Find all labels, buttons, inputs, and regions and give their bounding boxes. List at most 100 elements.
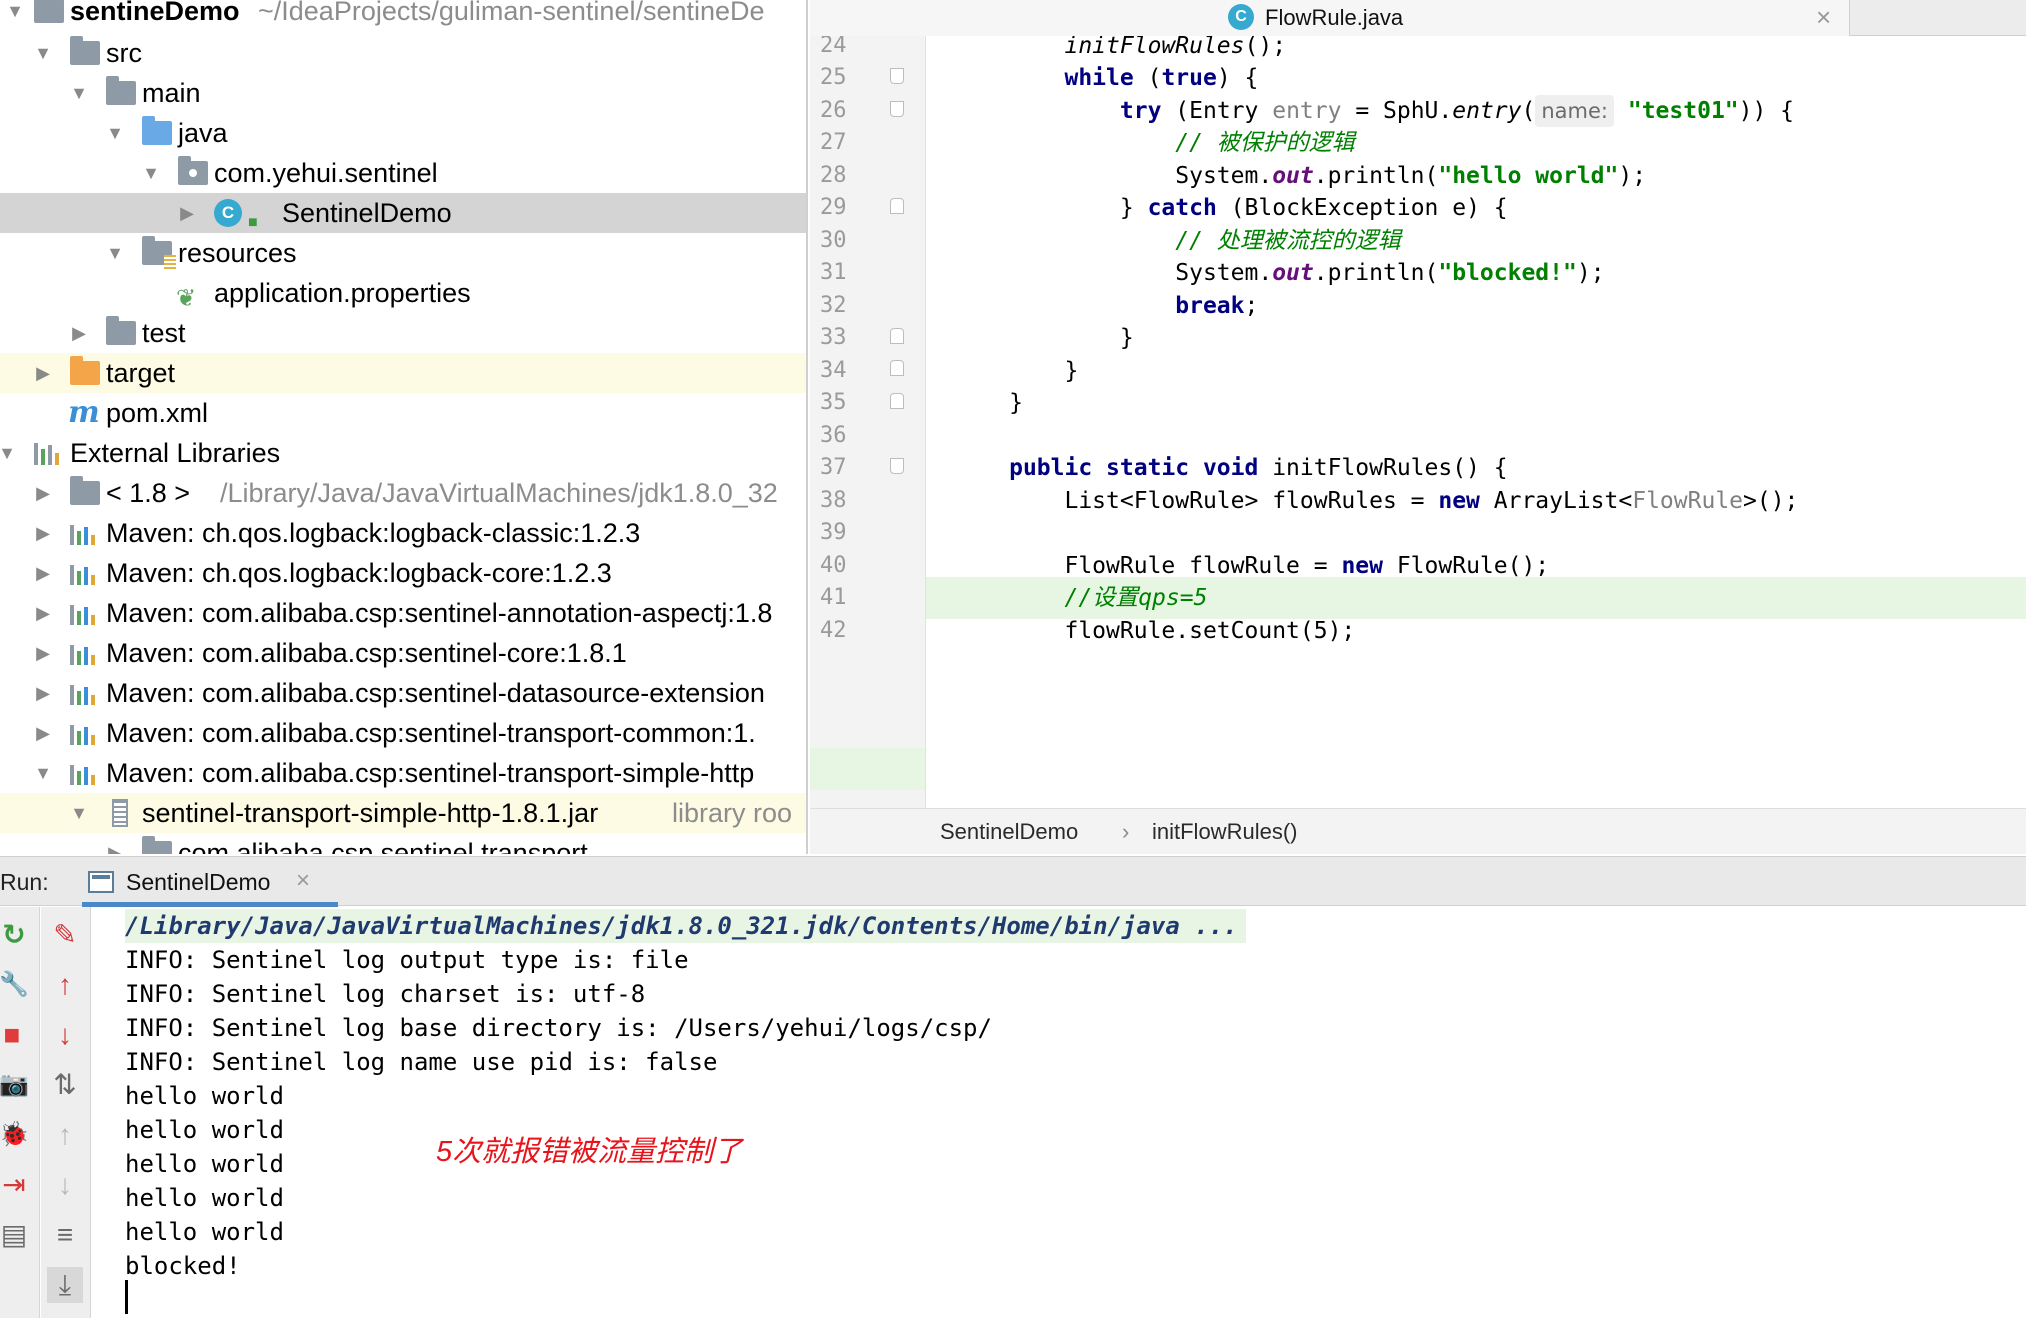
close-tab-icon[interactable]: ×	[1816, 0, 1831, 34]
tree-node-library[interactable]: ▶ Maven: com.alibaba.csp:sentinel-transp…	[0, 713, 806, 753]
text-caret	[125, 1280, 128, 1314]
collapse-arrow-icon[interactable]: ▼	[66, 793, 92, 833]
tree-label: External Libraries	[70, 438, 281, 468]
tree-node-library[interactable]: ▶ Maven: com.alibaba.csp:sentinel-annota…	[0, 593, 806, 633]
up-arrow-icon[interactable]: ↑	[47, 1117, 83, 1153]
collapse-arrow-icon[interactable]: ▼	[2, 0, 28, 31]
tree-node-library[interactable]: ▶ Maven: com.alibaba.csp:sentinel-core:1…	[0, 633, 806, 673]
tree-label: Maven: com.alibaba.csp:sentinel-transpor…	[106, 758, 755, 788]
tree-node-jar[interactable]: ▼ sentinel-transport-simple-http-1.8.1.j…	[0, 793, 806, 833]
run-tab-sentineldemo[interactable]: SentinelDemo ×	[82, 857, 338, 907]
maven-library-icon	[70, 763, 96, 785]
tree-node-class-sentineldemo[interactable]: ▶ C ■ SentinelDemo	[0, 193, 806, 233]
expand-arrow-icon[interactable]: ▶	[66, 313, 92, 353]
collapse-arrow-icon[interactable]: ▼	[30, 753, 56, 793]
soft-wrap-icon[interactable]: ≡	[47, 1217, 83, 1253]
tab-title: FlowRule.java	[1265, 5, 1404, 30]
tree-label: Maven: com.alibaba.csp:sentinel-core:1.8…	[106, 638, 627, 668]
folder-icon	[106, 76, 136, 105]
collapse-arrow-icon[interactable]: ▼	[138, 153, 164, 193]
clear-all-icon[interactable]: ✎	[47, 917, 83, 953]
fold-marker-icon[interactable]	[890, 328, 904, 344]
tree-node-jdk[interactable]: ▶ < 1.8 > /Library/Java/JavaVirtualMachi…	[0, 473, 806, 513]
console-line: INFO: Sentinel log name use pid is: fals…	[125, 1048, 718, 1076]
expand-arrow-icon[interactable]: ▶	[30, 473, 56, 513]
tree-label: main	[142, 78, 201, 108]
tree-node-main[interactable]: ▼ main	[0, 73, 806, 113]
up-stack-icon[interactable]: ↑	[47, 967, 83, 1003]
down-arrow-icon[interactable]: ↓	[47, 1167, 83, 1203]
tree-node-library[interactable]: ▼ Maven: com.alibaba.csp:sentinel-transp…	[0, 753, 806, 793]
tree-label: com.alibaba.csp.sentinel.transport	[178, 838, 588, 854]
console-line: INFO: Sentinel log charset is: utf-8	[125, 980, 646, 1008]
tree-node-target[interactable]: ▶ target	[0, 353, 806, 393]
tree-node-application-properties[interactable]: ❦ application.properties	[0, 273, 806, 313]
line-number: 42	[820, 618, 847, 643]
tree-node-resources[interactable]: ▼ resources	[0, 233, 806, 273]
editor-tab-flowrule[interactable]: C FlowRule.java ×	[810, 0, 1850, 36]
sort-icon[interactable]: ⇅	[47, 1067, 83, 1103]
source-folder-icon	[142, 116, 172, 145]
tree-node-test[interactable]: ▶ test	[0, 313, 806, 353]
camera-icon[interactable]: 📷	[0, 1067, 32, 1103]
close-run-tab-icon[interactable]: ×	[296, 857, 310, 905]
run-toolbar-primary: ↻ 🔧 ■ 📷 🐞 ⇥ ▤	[0, 907, 40, 1318]
collapse-arrow-icon[interactable]: ▼	[102, 233, 128, 273]
collapse-arrow-icon[interactable]: ▼	[66, 73, 92, 113]
maven-library-icon	[70, 723, 96, 745]
collapse-arrow-icon[interactable]: ▼	[30, 33, 56, 73]
tree-node-src[interactable]: ▼ src	[0, 33, 806, 73]
tree-node-library[interactable]: ▶ Maven: com.alibaba.csp:sentinel-dataso…	[0, 673, 806, 713]
tree-node-external-libraries[interactable]: ▼ External Libraries	[0, 433, 806, 473]
exit-icon[interactable]: ⇥	[0, 1167, 32, 1203]
tree-label: SentinelDemo	[282, 198, 452, 228]
stop-icon[interactable]: ■	[0, 1017, 30, 1053]
collapse-arrow-icon[interactable]: ▼	[102, 113, 128, 153]
expand-arrow-icon[interactable]: ▶	[30, 593, 56, 633]
expand-arrow-icon[interactable]: ▶	[30, 553, 56, 593]
jdk-name: < 1.8 >	[106, 478, 191, 508]
fold-marker-icon[interactable]	[890, 360, 904, 376]
package-icon	[142, 836, 172, 854]
jar-suffix: library roo	[672, 798, 793, 828]
tree-label: src	[106, 38, 142, 68]
expand-arrow-icon[interactable]: ▶	[174, 193, 200, 233]
layout-icon[interactable]: ▤	[0, 1217, 32, 1253]
bug-icon[interactable]: 🐞	[0, 1117, 32, 1153]
breadcrumb-method[interactable]: initFlowRules()	[1152, 809, 1297, 855]
tree-label: pom.xml	[106, 398, 209, 428]
scroll-to-end-icon[interactable]: ⤓	[47, 1267, 83, 1303]
collapse-arrow-icon[interactable]: ▼	[0, 433, 20, 473]
tree-node-pom[interactable]: m pom.xml	[0, 393, 806, 433]
tree-node-java[interactable]: ▼ java	[0, 113, 806, 153]
fold-marker-icon[interactable]	[890, 101, 904, 117]
tree-node-root[interactable]: ▼ sentineDemo ~/IdeaProjects/guliman-sen…	[0, 0, 806, 31]
console-line: INFO: Sentinel log output type is: file	[125, 946, 689, 974]
expand-arrow-icon[interactable]: ▶	[30, 513, 56, 553]
fold-marker-icon[interactable]	[890, 68, 904, 84]
console-output[interactable]: /Library/Java/JavaVirtualMachines/jdk1.8…	[92, 907, 2026, 1318]
expand-arrow-icon[interactable]: ▶	[30, 713, 56, 753]
tree-node-jar-package[interactable]: ▶ com.alibaba.csp.sentinel.transport	[0, 833, 806, 854]
rerun-icon[interactable]: ↻	[0, 917, 32, 953]
code-editor[interactable]: initFlowRules(); while (true) { try (Ent…	[926, 36, 2026, 808]
root-module-path: ~/IdeaProjects/guliman-sentinel/sentineD…	[258, 0, 765, 26]
expand-arrow-icon[interactable]: ▶	[30, 353, 56, 393]
tree-node-library[interactable]: ▶ Maven: ch.qos.logback:logback-core:1.2…	[0, 553, 806, 593]
expand-arrow-icon[interactable]: ▶	[30, 633, 56, 673]
fold-marker-icon[interactable]	[890, 198, 904, 214]
maven-library-icon	[70, 523, 96, 545]
folder-icon	[70, 36, 100, 65]
expand-arrow-icon[interactable]: ▶	[102, 833, 128, 854]
fold-marker-icon[interactable]	[890, 458, 904, 474]
tree-node-library[interactable]: ▶ Maven: ch.qos.logback:logback-classic:…	[0, 513, 806, 553]
down-stack-icon[interactable]: ↓	[47, 1017, 83, 1053]
console-line: INFO: Sentinel log base directory is: /U…	[125, 1014, 992, 1042]
expand-arrow-icon[interactable]: ▶	[30, 673, 56, 713]
fold-marker-icon[interactable]	[890, 393, 904, 409]
wrench-icon[interactable]: 🔧	[0, 967, 32, 1003]
console-command-line[interactable]: /Library/Java/JavaVirtualMachines/jdk1.8…	[125, 909, 1246, 943]
console-line: hello world	[125, 1150, 284, 1178]
breadcrumb-class[interactable]: SentinelDemo	[940, 809, 1078, 855]
tree-node-package[interactable]: ▼ com.yehui.sentinel	[0, 153, 806, 193]
